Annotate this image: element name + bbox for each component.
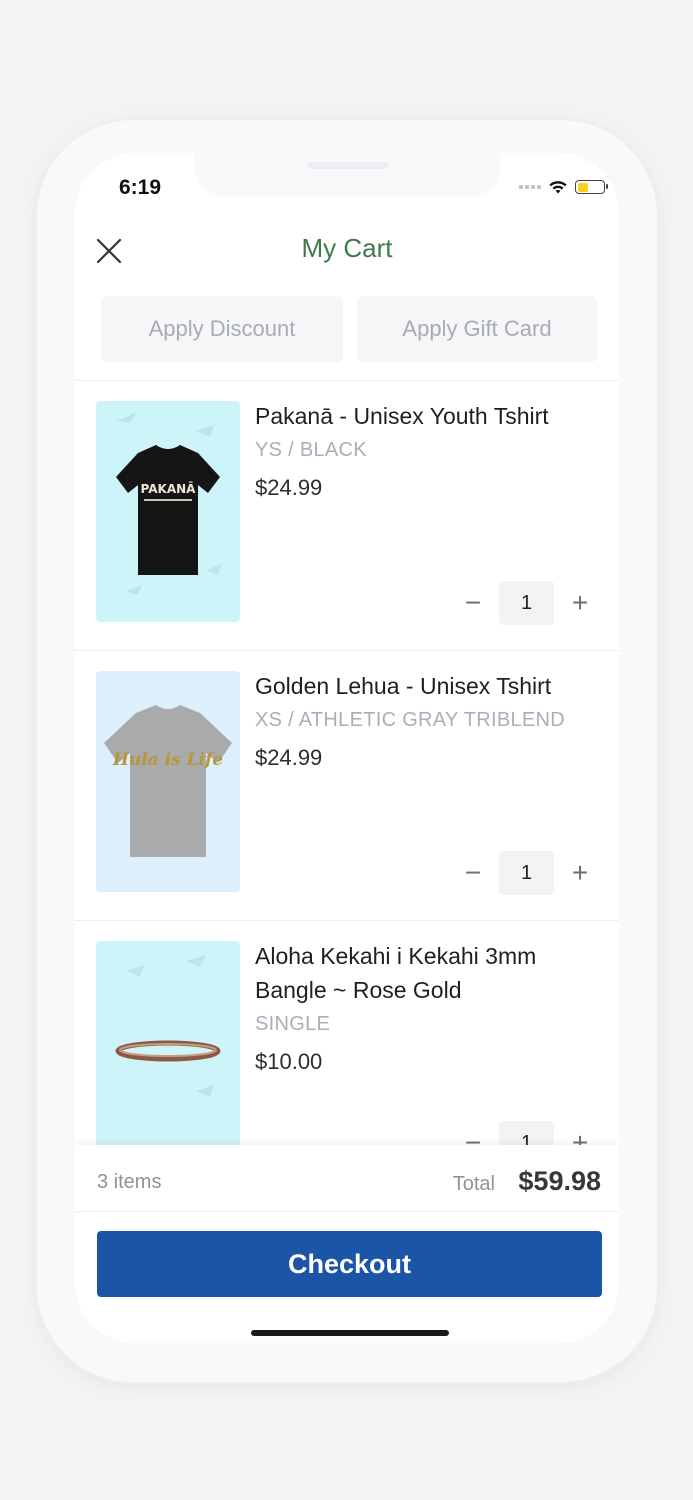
checkout-button[interactable]: Checkout <box>97 1231 602 1297</box>
tshirt-black-image: PAKANĀ <box>116 413 222 595</box>
item-count: 3 items <box>97 1171 162 1193</box>
notch <box>195 153 500 196</box>
plus-icon[interactable]: + <box>554 581 606 625</box>
phone-side-button <box>33 494 37 574</box>
speaker <box>307 162 389 169</box>
cart-item: PAKANĀ Pakanā - Unisex Youth Tshirt YS /… <box>75 381 619 651</box>
home-indicator <box>251 1330 449 1336</box>
wifi-icon <box>549 181 567 194</box>
product-image <box>96 941 240 1162</box>
minus-icon[interactable]: − <box>447 581 499 625</box>
item-name[interactable]: Golden Lehua - Unisex Tshirt <box>255 669 599 703</box>
battery-icon <box>575 180 608 194</box>
phone-side-button <box>33 390 37 470</box>
app-screen: 6:19 My Cart Apply Discount Apply Gift C… <box>75 153 619 1343</box>
status-time: 6:19 <box>119 176 162 199</box>
phone-side-button <box>33 296 37 346</box>
minus-icon[interactable]: − <box>447 851 499 895</box>
page-title: My Cart <box>301 233 393 263</box>
quantity-stepper: − 1 + <box>447 851 606 895</box>
item-price: $24.99 <box>255 475 323 500</box>
signal-icon <box>519 185 541 189</box>
item-price: $10.00 <box>255 1049 323 1074</box>
item-info: Aloha Kekahi i Kekahi 3mm Bangle ~ Rose … <box>255 939 599 1079</box>
item-name[interactable]: Aloha Kekahi i Kekahi 3mm Bangle ~ Rose … <box>255 939 599 1007</box>
apply-discount-button[interactable]: Apply Discount <box>101 296 343 362</box>
apply-gift-card-button[interactable]: Apply Gift Card <box>357 296 597 362</box>
cart-footer: 3 items Total $59.98 Checkout <box>75 1145 619 1343</box>
item-price: $24.99 <box>255 745 323 770</box>
svg-text:PAKANĀ: PAKANĀ <box>141 482 197 496</box>
product-image: PAKANĀ <box>96 401 240 622</box>
product-image: Hula is Life <box>96 671 240 892</box>
item-info: Pakanā - Unisex Youth Tshirt YS / BLACK … <box>255 399 599 505</box>
cart-item: Hula is Life Golden Lehua - Unisex Tshir… <box>75 651 619 921</box>
phone-side-button <box>657 400 661 565</box>
plus-icon[interactable]: + <box>554 851 606 895</box>
tshirt-gray-image: Hula is Life <box>104 705 232 857</box>
divider <box>75 1211 619 1212</box>
item-variant: XS / ATHLETIC GRAY TRIBLEND <box>255 709 566 731</box>
total-label: Total <box>452 1173 495 1195</box>
item-variant: YS / BLACK <box>255 439 367 461</box>
item-name[interactable]: Pakanā - Unisex Youth Tshirt <box>255 399 599 433</box>
svg-text:Hula is Life: Hula is Life <box>112 750 223 770</box>
item-info: Golden Lehua - Unisex Tshirt XS / ATHLET… <box>255 669 599 775</box>
quantity-value[interactable]: 1 <box>499 851 554 895</box>
item-variant: SINGLE <box>255 1013 331 1035</box>
bangle-image <box>115 955 221 1097</box>
quantity-stepper: − 1 + <box>447 581 606 625</box>
quantity-value[interactable]: 1 <box>499 581 554 625</box>
total-value: $59.98 <box>518 1166 601 1196</box>
status-icons <box>519 179 608 195</box>
